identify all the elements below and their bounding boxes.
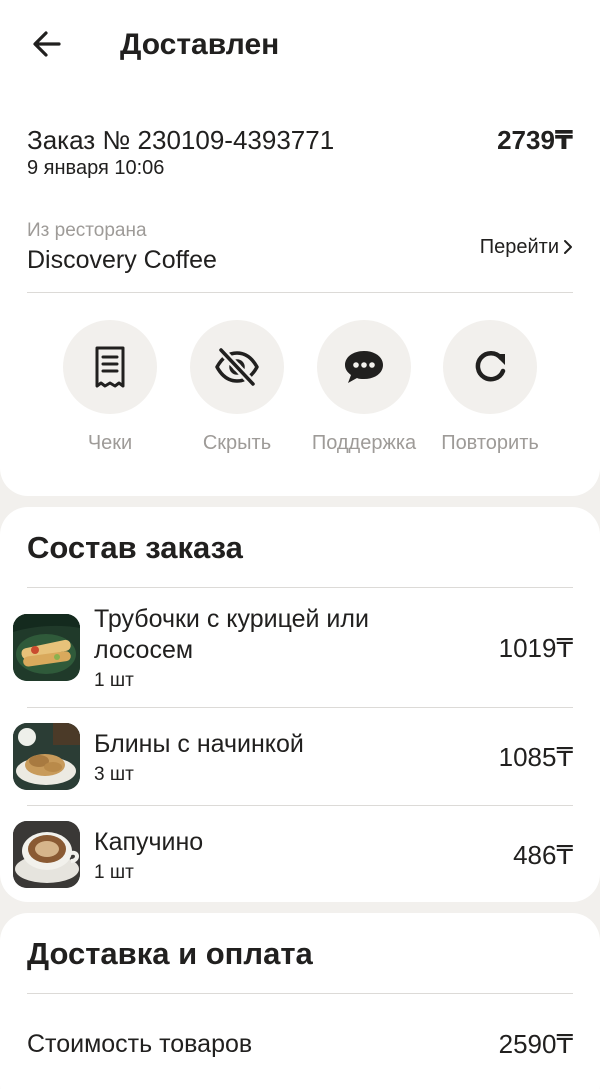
order-total: 2739₸ (497, 125, 573, 155)
food-image (13, 723, 80, 790)
repeat-label: Повторить (441, 432, 539, 454)
back-button[interactable] (30, 27, 64, 61)
delivery-payment-card: Доставка и оплата Стоимость товаров 2590… (0, 913, 600, 1089)
arrow-left-icon (33, 31, 61, 57)
item-price: 486₸ (513, 840, 573, 870)
order-actions: Чеки Скрыть Поддержка Повторить (0, 320, 600, 460)
list-item[interactable]: Трубочки с курицей или лососем 1 шт 1019… (0, 587, 600, 707)
restaurant-name: Discovery Coffee (27, 246, 217, 274)
item-quantity: 1 шт (94, 670, 134, 691)
top-bar: Доставлен (0, 0, 600, 90)
chat-icon (345, 351, 383, 383)
composition-title: Состав заказа (27, 530, 243, 565)
chevron-right-icon (564, 240, 572, 254)
food-image (13, 614, 80, 681)
divider (27, 993, 573, 994)
order-composition-card: Состав заказа Трубочки с курицей или лос… (0, 507, 600, 902)
support-label: Поддержка (311, 432, 417, 454)
list-item[interactable]: Капучино 1 шт 486₸ (0, 805, 600, 902)
order-info-card: Заказ № 230109-4393771 9 января 10:06 27… (0, 78, 600, 496)
eye-off-icon (215, 347, 259, 387)
receipts-button[interactable]: Чеки (45, 320, 175, 456)
food-image (13, 821, 80, 888)
receipt-icon (95, 346, 125, 388)
page-title: Доставлен (120, 28, 280, 61)
goods-cost-label: Стоимость товаров (27, 1030, 253, 1058)
hide-button[interactable]: Скрыть (172, 320, 302, 456)
item-name: Трубочки с курицей или лососем (94, 605, 369, 664)
item-quantity: 3 шт (94, 764, 134, 785)
goto-label: Перейти (479, 236, 559, 258)
list-item[interactable]: Блины с начинкой 3 шт 1085₸ (0, 707, 600, 805)
goto-restaurant-link[interactable]: Перейти (480, 234, 573, 260)
item-name: Капучино (94, 828, 204, 856)
hide-label: Скрыть (202, 432, 272, 454)
item-quantity: 1 шт (94, 862, 134, 883)
goods-cost-value: 2590₸ (498, 1029, 573, 1059)
item-price: 1085₸ (498, 742, 573, 772)
support-button[interactable]: Поддержка (299, 320, 429, 456)
item-price: 1019₸ (498, 633, 573, 663)
refresh-icon (475, 350, 506, 382)
receipts-label: Чеки (87, 432, 133, 454)
order-date: 9 января 10:06 (27, 157, 165, 179)
divider (27, 292, 573, 293)
restaurant-label: Из ресторана (27, 220, 147, 241)
delivery-title: Доставка и оплата (27, 936, 313, 971)
order-number: Заказ № 230109-4393771 (27, 125, 335, 155)
item-name: Блины с начинкой (94, 730, 304, 758)
repeat-button[interactable]: Повторить (425, 320, 555, 456)
